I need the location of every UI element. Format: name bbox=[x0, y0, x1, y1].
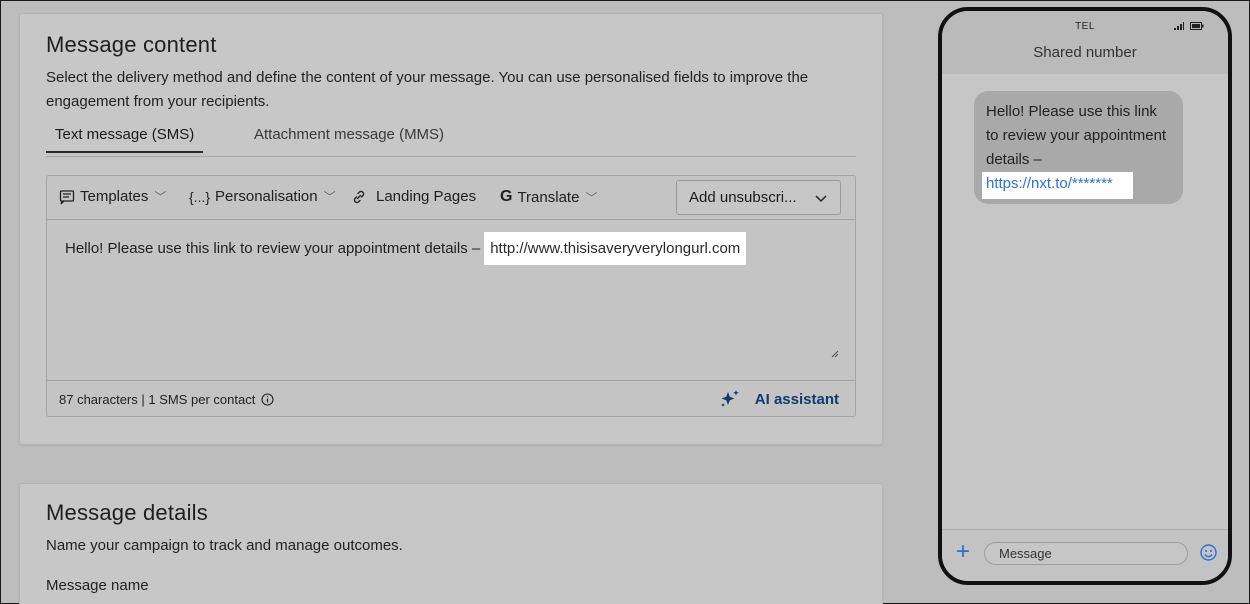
status-icons bbox=[1174, 22, 1204, 30]
message-text: Hello! Please use this link to review yo… bbox=[65, 240, 481, 257]
tab-mms[interactable]: Attachment message (MMS) bbox=[254, 126, 444, 151]
message-details-card: Message details Name your campaign to tr… bbox=[19, 483, 883, 604]
personalisation-label: Personalisation bbox=[215, 188, 318, 205]
templates-dropdown[interactable]: Templates ﹀ bbox=[59, 188, 166, 205]
ai-assistant-label: AI assistant bbox=[754, 390, 839, 408]
tab-sms[interactable]: Text message (SMS) bbox=[46, 126, 204, 153]
character-count-text: 87 characters | 1 SMS per contact bbox=[59, 392, 256, 407]
chevron-down-icon bbox=[815, 195, 827, 203]
chevron-down-icon: ﹀ bbox=[323, 190, 336, 204]
message-url: http://www.thisisaveryverylongurl.com bbox=[484, 232, 747, 265]
phone-header: TEL Shared number bbox=[942, 11, 1228, 74]
google-g-icon: G bbox=[500, 188, 513, 205]
landing-pages-label: Landing Pages bbox=[376, 188, 477, 205]
bubble-text: Hello! Please use this link to review yo… bbox=[986, 103, 1167, 168]
message-content-card: Message content Select the delivery meth… bbox=[19, 13, 883, 445]
landing-pages-button[interactable]: Landing Pages bbox=[351, 188, 476, 205]
translate-dropdown[interactable]: G Translate ﹀ bbox=[500, 188, 597, 206]
translate-label: Translate bbox=[517, 188, 580, 206]
resize-handle-icon[interactable] bbox=[831, 350, 839, 358]
unsubscribe-label: Add unsubscri... bbox=[689, 189, 797, 206]
link-icon bbox=[353, 190, 365, 203]
add-unsubscribe-dropdown[interactable]: Add unsubscri... bbox=[676, 180, 841, 215]
conversation-title: Shared number bbox=[1033, 44, 1137, 61]
section-title: Message content bbox=[46, 32, 217, 57]
personalisation-dropdown[interactable]: {...} Personalisation ﹀ bbox=[189, 188, 336, 205]
bubble-link[interactable]: https://nxt.to/******* bbox=[982, 172, 1133, 199]
signal-icon bbox=[1174, 22, 1184, 30]
message-textarea[interactable]: Hello! Please use this link to review yo… bbox=[47, 220, 855, 380]
message-bubble: Hello! Please use this link to review yo… bbox=[974, 91, 1183, 204]
message-type-tabs: Text message (SMS) Attachment message (M… bbox=[46, 122, 856, 157]
emoji-icon[interactable] bbox=[1200, 544, 1217, 561]
sparkle-icon bbox=[720, 390, 739, 407]
chevron-down-icon: ﹀ bbox=[154, 190, 167, 204]
phone-preview: TEL Shared number Hello! Please use this… bbox=[938, 7, 1232, 585]
chevron-down-icon: ﹀ bbox=[585, 190, 598, 205]
message-editor: Templates ﹀ {...} Personalisation ﹀ Landin… bbox=[46, 175, 856, 417]
section-description: Name your campaign to track and manage o… bbox=[46, 537, 403, 554]
templates-icon bbox=[59, 189, 75, 204]
templates-label: Templates bbox=[80, 188, 149, 205]
ai-assistant-button[interactable]: AI assistant bbox=[719, 389, 839, 409]
phone-message-input[interactable]: Message bbox=[984, 542, 1188, 565]
plus-icon[interactable]: + bbox=[956, 540, 970, 564]
editor-footer: 87 characters | 1 SMS per contact AI ass… bbox=[47, 380, 855, 416]
section-title: Message details bbox=[46, 500, 208, 525]
section-description: Select the delivery method and define th… bbox=[46, 69, 809, 110]
character-count: 87 characters | 1 SMS per contact bbox=[59, 392, 274, 407]
battery-icon bbox=[1190, 22, 1204, 30]
message-name-label: Message name bbox=[46, 577, 149, 594]
phone-input-bar: + Message bbox=[942, 529, 1228, 581]
info-icon[interactable] bbox=[261, 393, 274, 406]
editor-toolbar: Templates ﹀ {...} Personalisation ﹀ Landin… bbox=[47, 176, 855, 220]
braces-icon: {...} bbox=[189, 188, 211, 205]
